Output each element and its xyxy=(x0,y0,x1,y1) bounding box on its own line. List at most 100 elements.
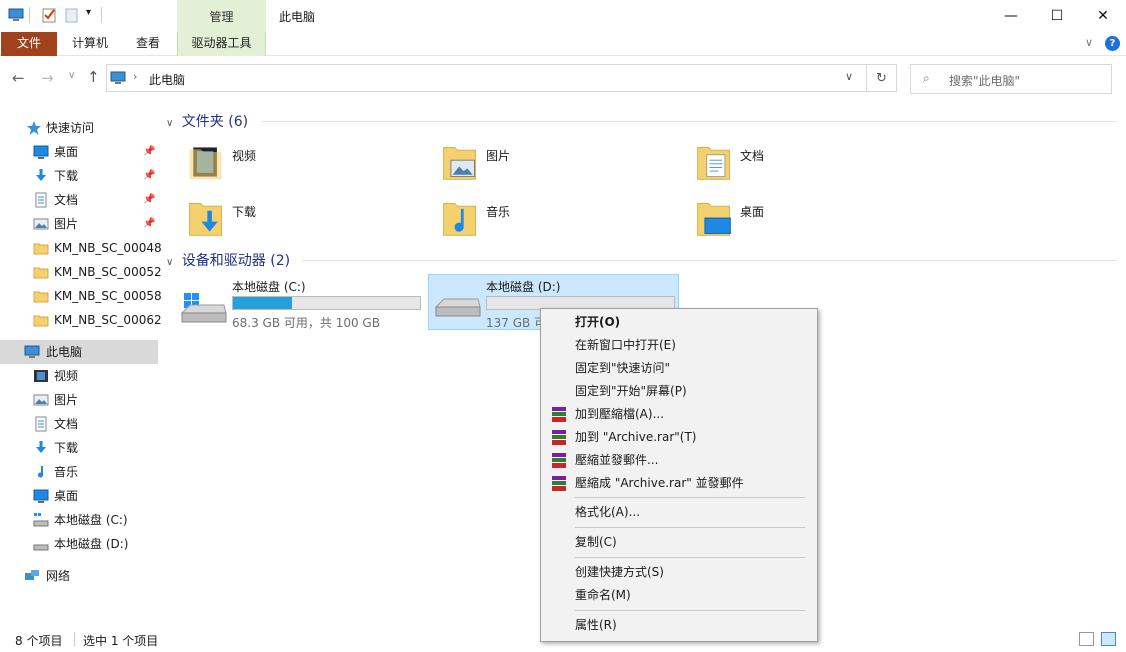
folder-item[interactable]: 桌面 xyxy=(694,196,934,246)
sidebar-item-this-pc[interactable]: 此电脑 xyxy=(0,340,158,364)
details-view-icon[interactable] xyxy=(1079,632,1094,646)
menu-item-rename[interactable]: 重命名(M) xyxy=(541,584,817,607)
menu-item-format[interactable]: 格式化(A)... xyxy=(541,501,817,524)
minimize-button[interactable]: — xyxy=(988,0,1034,32)
pin-icon[interactable]: 📌 xyxy=(143,212,155,236)
chevron-down-icon[interactable]: ∨ xyxy=(845,70,853,83)
help-icon[interactable]: ? xyxy=(1105,36,1120,51)
sidebar-item-label: KM_NB_SC_00052 xyxy=(54,265,162,279)
sidebar-item-quick-3[interactable]: 图片 📌 xyxy=(0,212,158,236)
close-button[interactable]: ✕ xyxy=(1080,0,1126,32)
computer-icon xyxy=(24,345,40,358)
address-path[interactable]: 此电脑 xyxy=(149,71,185,88)
picture-icon xyxy=(33,218,49,230)
navigation-pane: 快速访问 桌面 📌 下载 📌 文档 📌 图片 📌 KM_NB_SC_00048 KM_NB_SC_… xyxy=(0,110,162,630)
maximize-icon: ☐ xyxy=(1050,8,1064,24)
refresh-button[interactable]: ↻ xyxy=(867,64,897,92)
folder-item[interactable]: 文档 xyxy=(694,140,934,190)
title-bar: ▾ 管理 此电脑 — ☐ ✕ xyxy=(0,0,1126,32)
search-input[interactable]: ⌕ 搜索"此电脑" xyxy=(910,64,1112,94)
tab-computer[interactable]: 计算机 xyxy=(62,32,118,56)
window-title: 此电脑 xyxy=(279,10,316,24)
sidebar-item-pc-5[interactable]: 桌面 xyxy=(0,484,158,508)
sidebar-item-quick-4[interactable]: KM_NB_SC_00048 xyxy=(0,236,162,260)
expand-ribbon-icon[interactable]: ∨ xyxy=(1085,36,1093,49)
drive-name: 本地磁盘 (C:) xyxy=(232,280,306,294)
folder-item[interactable]: 音乐 xyxy=(440,196,680,246)
tab-file[interactable]: 文件 xyxy=(1,32,57,56)
menu-item-rar-email[interactable]: 壓縮並發郵件... xyxy=(541,449,817,472)
winrar-icon xyxy=(552,430,566,445)
pin-icon[interactable]: 📌 xyxy=(143,188,155,212)
menu-separator xyxy=(575,557,805,558)
download-icon xyxy=(36,441,46,453)
drives-group-title: 设备和驱动器 (2) xyxy=(181,253,291,269)
sidebar-item-label: KM_NB_SC_00048 xyxy=(54,241,162,255)
up-icon[interactable]: ↑ xyxy=(87,68,100,86)
sidebar-item-quick-5[interactable]: KM_NB_SC_00052 xyxy=(0,260,162,284)
maximize-button[interactable]: ☐ xyxy=(1034,0,1080,32)
folder-item[interactable]: 图片 xyxy=(440,140,680,190)
sidebar-item-quick-1[interactable]: 下载 📌 xyxy=(0,164,158,188)
back-icon[interactable]: ← xyxy=(12,69,25,87)
large-icons-view-icon[interactable] xyxy=(1101,632,1116,646)
desktop-icon xyxy=(33,489,49,503)
manage-context-tab[interactable]: 管理 xyxy=(177,0,266,32)
menu-item-pin-quick-access[interactable]: 固定到"快速访问" xyxy=(541,357,817,380)
drive-c-icon xyxy=(33,513,49,527)
sidebar-item-quick-7[interactable]: KM_NB_SC_00062 xyxy=(0,308,162,332)
sidebar-item-network[interactable]: 网络 xyxy=(0,564,158,588)
winrar-icon xyxy=(552,476,566,491)
pin-icon[interactable]: 📌 xyxy=(143,140,155,164)
sidebar-item-pc-7[interactable]: 本地磁盘 (D:) xyxy=(0,532,158,556)
address-bar[interactable]: › 此电脑 ∨ xyxy=(106,64,867,92)
music-icon xyxy=(38,466,44,478)
forward-icon[interactable]: → xyxy=(41,69,54,87)
sidebar-item-quick-2[interactable]: 文档 📌 xyxy=(0,188,158,212)
menu-separator xyxy=(575,527,805,528)
customize-toolbar-icon[interactable]: ▾ xyxy=(86,7,91,18)
sidebar-item-pc-2[interactable]: 文档 xyxy=(0,412,158,436)
menu-item-rar-add-archive[interactable]: 加到 "Archive.rar"(T) xyxy=(541,426,817,449)
folder-name: 视频 xyxy=(232,149,257,163)
drive-c[interactable]: 本地磁盘 (C:) 68.3 GB 可用，共 100 GB xyxy=(180,275,425,331)
menu-item-rar-add[interactable]: 加到壓縮檔(A)... xyxy=(541,403,817,426)
sidebar-item-quick-access[interactable]: 快速访问 xyxy=(0,116,158,140)
sidebar-item-quick-6[interactable]: KM_NB_SC_00058 xyxy=(0,284,162,308)
desktop-icon xyxy=(33,145,49,159)
sidebar-item-pc-6[interactable]: 本地磁盘 (C:) xyxy=(0,508,158,532)
picture-folder-icon xyxy=(443,147,476,180)
drive-name: 本地磁盘 (D:) xyxy=(486,280,561,294)
sidebar-item-pc-0[interactable]: 视频 xyxy=(0,364,158,388)
sidebar-item-pc-1[interactable]: 图片 xyxy=(0,388,158,412)
tab-view[interactable]: 查看 xyxy=(122,32,174,56)
sidebar-item-label: 桌面 xyxy=(54,489,79,503)
pin-icon[interactable]: 📌 xyxy=(143,164,155,188)
sidebar-item-pc-4[interactable]: 音乐 xyxy=(0,460,158,484)
document-folder-icon xyxy=(697,147,730,180)
network-icon xyxy=(25,570,39,580)
menu-item-rar-archive-email[interactable]: 壓縮成 "Archive.rar" 並發郵件 xyxy=(541,472,817,495)
context-menu: 打开(O) 在新窗口中打开(E) 固定到"快速访问" 固定到"开始"屏幕(P) … xyxy=(540,308,818,642)
menu-item-pin-start[interactable]: 固定到"开始"屏幕(P) xyxy=(541,380,817,403)
menu-item-create-shortcut[interactable]: 创建快捷方式(S) xyxy=(541,561,817,584)
menu-item-properties[interactable]: 属性(R) xyxy=(541,614,817,637)
properties-icon[interactable] xyxy=(41,7,57,23)
drives-group-header[interactable]: ∨ 设备和驱动器 (2) xyxy=(166,250,290,270)
folders-group-header[interactable]: ∨ 文件夹 (6) xyxy=(166,111,248,131)
folder-item[interactable]: 视频 xyxy=(186,140,426,190)
recent-locations-icon[interactable]: ∨ xyxy=(68,70,75,81)
sidebar-item-label: KM_NB_SC_00058 xyxy=(54,289,162,303)
folder-item[interactable]: 下载 xyxy=(186,196,426,246)
menu-item-copy[interactable]: 复制(C) xyxy=(541,531,817,554)
tab-drive-tools[interactable]: 驱动器工具 xyxy=(177,32,266,56)
menu-item-open[interactable]: 打开(O) xyxy=(541,311,817,334)
separator xyxy=(74,632,75,646)
new-folder-icon[interactable] xyxy=(64,7,80,23)
music-folder-icon xyxy=(443,203,476,236)
divider xyxy=(262,121,1117,122)
sidebar-item-quick-0[interactable]: 桌面 📌 xyxy=(0,140,158,164)
chevron-right-icon[interactable]: › xyxy=(133,70,137,83)
menu-item-open-new-window[interactable]: 在新窗口中打开(E) xyxy=(541,334,817,357)
sidebar-item-pc-3[interactable]: 下载 xyxy=(0,436,158,460)
